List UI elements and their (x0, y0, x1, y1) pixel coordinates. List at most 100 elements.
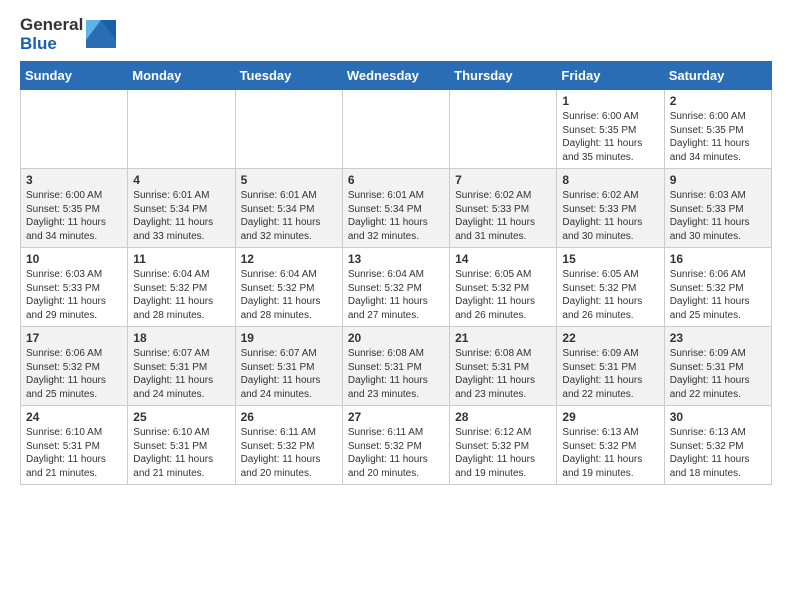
logo: General Blue (20, 16, 116, 53)
day-number: 14 (455, 252, 551, 266)
day-number: 16 (670, 252, 766, 266)
day-info: Sunrise: 6:10 AM Sunset: 5:31 PM Dayligh… (26, 426, 122, 480)
calendar-cell: 28 Sunrise: 6:12 AM Sunset: 5:32 PM Dayli… (450, 406, 557, 485)
day-info: Sunrise: 6:09 AM Sunset: 5:31 PM Dayligh… (562, 347, 658, 401)
calendar-cell: 19 Sunrise: 6:07 AM Sunset: 5:31 PM Dayli… (235, 327, 342, 406)
day-info: Sunrise: 6:08 AM Sunset: 5:31 PM Dayligh… (455, 347, 551, 401)
calendar-header-saturday: Saturday (664, 62, 771, 90)
header: General Blue (20, 16, 772, 53)
day-number: 23 (670, 331, 766, 345)
calendar-cell: 9Sunrise: 6:03 AM Sunset: 5:33 PM Daylig… (664, 169, 771, 248)
calendar-header-friday: Friday (557, 62, 664, 90)
day-number: 29 (562, 410, 658, 424)
calendar-cell: 30 Sunrise: 6:13 AM Sunset: 5:32 PM Dayli… (664, 406, 771, 485)
day-info: Sunrise: 6:01 AM Sunset: 5:34 PM Dayligh… (133, 189, 229, 243)
calendar-cell (21, 90, 128, 169)
day-number: 20 (348, 331, 444, 345)
day-number: 11 (133, 252, 229, 266)
day-info: Sunrise: 6:01 AM Sunset: 5:34 PM Dayligh… (348, 189, 444, 243)
calendar-cell: 12 Sunrise: 6:04 AM Sunset: 5:32 PM Dayli… (235, 248, 342, 327)
calendar-week-row: 17 Sunrise: 6:06 AM Sunset: 5:32 PM Dayli… (21, 327, 772, 406)
calendar-week-row: 1 Sunrise: 6:00 AM Sunset: 5:35 PM Daylig… (21, 90, 772, 169)
day-number: 26 (241, 410, 337, 424)
day-info: Sunrise: 6:00 AM Sunset: 5:35 PM Dayligh… (26, 189, 122, 243)
day-number: 25 (133, 410, 229, 424)
day-info: Sunrise: 6:11 AM Sunset: 5:32 PM Dayligh… (241, 426, 337, 480)
day-number: 1 (562, 94, 658, 108)
day-number: 4 (133, 173, 229, 187)
page: General Blue SundayMondayTuesdayWednesda… (0, 0, 792, 501)
calendar-cell: 6Sunrise: 6:01 AM Sunset: 5:34 PM Daylig… (342, 169, 449, 248)
calendar-cell: 13 Sunrise: 6:04 AM Sunset: 5:32 PM Dayli… (342, 248, 449, 327)
day-info: Sunrise: 6:05 AM Sunset: 5:32 PM Dayligh… (562, 268, 658, 322)
calendar-cell: 10Sunrise: 6:03 AM Sunset: 5:33 PM Dayli… (21, 248, 128, 327)
day-number: 10 (26, 252, 122, 266)
day-info: Sunrise: 6:04 AM Sunset: 5:32 PM Dayligh… (348, 268, 444, 322)
calendar-header-thursday: Thursday (450, 62, 557, 90)
calendar-cell: 8 Sunrise: 6:02 AM Sunset: 5:33 PM Daylig… (557, 169, 664, 248)
day-info: Sunrise: 6:12 AM Sunset: 5:32 PM Dayligh… (455, 426, 551, 480)
day-info: Sunrise: 6:00 AM Sunset: 5:35 PM Dayligh… (562, 110, 658, 164)
calendar-cell: 24 Sunrise: 6:10 AM Sunset: 5:31 PM Dayli… (21, 406, 128, 485)
calendar-cell: 21 Sunrise: 6:08 AM Sunset: 5:31 PM Dayli… (450, 327, 557, 406)
calendar-cell: 16 Sunrise: 6:06 AM Sunset: 5:32 PM Dayli… (664, 248, 771, 327)
day-number: 13 (348, 252, 444, 266)
day-info: Sunrise: 6:10 AM Sunset: 5:31 PM Dayligh… (133, 426, 229, 480)
day-info: Sunrise: 6:06 AM Sunset: 5:32 PM Dayligh… (26, 347, 122, 401)
calendar-header-tuesday: Tuesday (235, 62, 342, 90)
day-info: Sunrise: 6:07 AM Sunset: 5:31 PM Dayligh… (133, 347, 229, 401)
day-number: 3 (26, 173, 122, 187)
calendar-cell: 22 Sunrise: 6:09 AM Sunset: 5:31 PM Dayli… (557, 327, 664, 406)
day-number: 18 (133, 331, 229, 345)
calendar-cell (450, 90, 557, 169)
calendar-week-row: 3 Sunrise: 6:00 AM Sunset: 5:35 PM Daylig… (21, 169, 772, 248)
day-number: 12 (241, 252, 337, 266)
day-number: 24 (26, 410, 122, 424)
calendar-cell: 4 Sunrise: 6:01 AM Sunset: 5:34 PM Daylig… (128, 169, 235, 248)
calendar-cell: 5Sunrise: 6:01 AM Sunset: 5:34 PM Daylig… (235, 169, 342, 248)
logo-general-text: General (20, 16, 83, 35)
day-number: 28 (455, 410, 551, 424)
day-info: Sunrise: 6:02 AM Sunset: 5:33 PM Dayligh… (455, 189, 551, 243)
day-info: Sunrise: 6:02 AM Sunset: 5:33 PM Dayligh… (562, 189, 658, 243)
calendar-cell: 20Sunrise: 6:08 AM Sunset: 5:31 PM Dayli… (342, 327, 449, 406)
day-number: 21 (455, 331, 551, 345)
day-number: 22 (562, 331, 658, 345)
calendar-cell: 26 Sunrise: 6:11 AM Sunset: 5:32 PM Dayli… (235, 406, 342, 485)
calendar-cell (235, 90, 342, 169)
day-info: Sunrise: 6:13 AM Sunset: 5:32 PM Dayligh… (562, 426, 658, 480)
logo-blue-text: Blue (20, 35, 83, 54)
calendar-cell (342, 90, 449, 169)
day-info: Sunrise: 6:00 AM Sunset: 5:35 PM Dayligh… (670, 110, 766, 164)
calendar-cell: 14 Sunrise: 6:05 AM Sunset: 5:32 PM Dayli… (450, 248, 557, 327)
calendar-cell: 25 Sunrise: 6:10 AM Sunset: 5:31 PM Dayli… (128, 406, 235, 485)
calendar-cell: 3 Sunrise: 6:00 AM Sunset: 5:35 PM Daylig… (21, 169, 128, 248)
day-number: 8 (562, 173, 658, 187)
day-info: Sunrise: 6:07 AM Sunset: 5:31 PM Dayligh… (241, 347, 337, 401)
calendar-cell: 23Sunrise: 6:09 AM Sunset: 5:31 PM Dayli… (664, 327, 771, 406)
calendar-cell: 2 Sunrise: 6:00 AM Sunset: 5:35 PM Daylig… (664, 90, 771, 169)
day-number: 15 (562, 252, 658, 266)
calendar-week-row: 24 Sunrise: 6:10 AM Sunset: 5:31 PM Dayli… (21, 406, 772, 485)
day-info: Sunrise: 6:04 AM Sunset: 5:32 PM Dayligh… (241, 268, 337, 322)
day-info: Sunrise: 6:06 AM Sunset: 5:32 PM Dayligh… (670, 268, 766, 322)
day-info: Sunrise: 6:05 AM Sunset: 5:32 PM Dayligh… (455, 268, 551, 322)
calendar: SundayMondayTuesdayWednesdayThursdayFrid… (20, 61, 772, 485)
calendar-cell: 18 Sunrise: 6:07 AM Sunset: 5:31 PM Dayli… (128, 327, 235, 406)
day-number: 19 (241, 331, 337, 345)
calendar-cell: 1 Sunrise: 6:00 AM Sunset: 5:35 PM Daylig… (557, 90, 664, 169)
calendar-cell: 27 Sunrise: 6:11 AM Sunset: 5:32 PM Dayli… (342, 406, 449, 485)
calendar-header-monday: Monday (128, 62, 235, 90)
day-number: 27 (348, 410, 444, 424)
day-info: Sunrise: 6:13 AM Sunset: 5:32 PM Dayligh… (670, 426, 766, 480)
day-number: 30 (670, 410, 766, 424)
calendar-cell (128, 90, 235, 169)
calendar-header-sunday: Sunday (21, 62, 128, 90)
day-info: Sunrise: 6:11 AM Sunset: 5:32 PM Dayligh… (348, 426, 444, 480)
day-info: Sunrise: 6:03 AM Sunset: 5:33 PM Dayligh… (670, 189, 766, 243)
day-number: 2 (670, 94, 766, 108)
calendar-header-wednesday: Wednesday (342, 62, 449, 90)
logo-icon (86, 20, 116, 50)
day-number: 7 (455, 173, 551, 187)
day-number: 17 (26, 331, 122, 345)
